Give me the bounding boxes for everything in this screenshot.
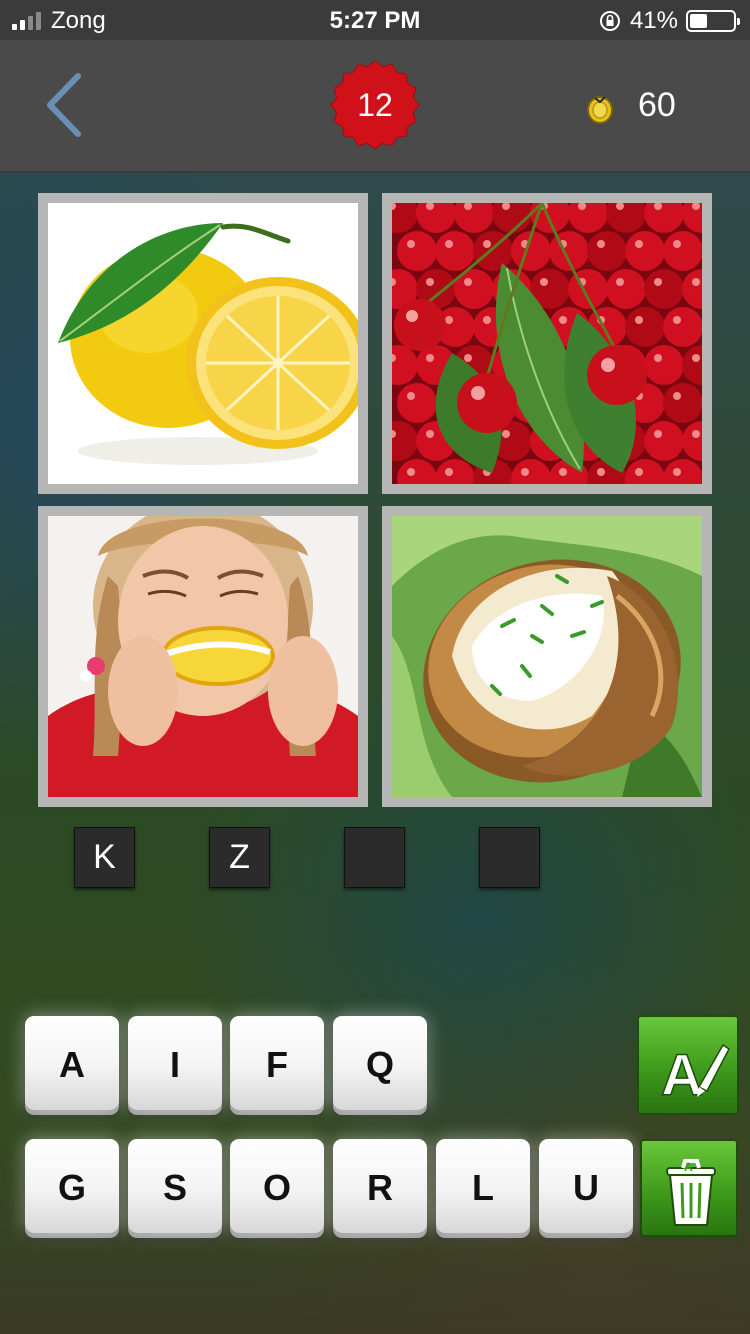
letter-tile[interactable]: F [230, 1016, 324, 1110]
status-right: 41% [598, 7, 740, 35]
picture-4[interactable] [382, 506, 712, 807]
letter-tile[interactable]: O [230, 1139, 324, 1233]
svg-text:A: A [684, 1160, 693, 1174]
answer-slot-3[interactable] [344, 827, 405, 888]
answer-slot-4[interactable] [479, 827, 540, 888]
letter-tile[interactable]: I [128, 1016, 222, 1110]
svg-text:A: A [661, 1043, 703, 1108]
level-badge: 12 [330, 60, 420, 150]
battery-icon [686, 10, 740, 32]
battery-percent: 41% [629, 7, 678, 34]
orientation-lock-icon [599, 11, 620, 31]
cherries-image [392, 203, 702, 484]
reveal-letter-button[interactable]: A [637, 1015, 739, 1115]
coin-count: 60 [638, 86, 676, 124]
letter-tile[interactable]: U [539, 1139, 633, 1233]
answer-slot-2[interactable]: Z [209, 827, 270, 888]
remove-letters-button[interactable]: A [640, 1139, 738, 1237]
trash-can-icon: A [666, 1159, 716, 1226]
back-button[interactable] [40, 70, 90, 140]
reveal-letter-icon: A [660, 1042, 730, 1109]
letter-tile[interactable]: Q [333, 1016, 427, 1110]
status-bar: Zong 5:27 PM 41% [0, 0, 750, 40]
letter-tile[interactable]: S [128, 1139, 222, 1233]
lemons-image [48, 203, 358, 484]
picture-1[interactable] [38, 193, 368, 494]
letter-tile[interactable]: G [25, 1139, 119, 1233]
picture-3[interactable] [38, 506, 368, 807]
letter-tile[interactable]: A [25, 1016, 119, 1110]
letter-tile[interactable]: L [436, 1139, 530, 1233]
girl-biting-lemon-image [48, 516, 358, 797]
picture-2[interactable] [382, 193, 712, 494]
game-header: 12 60 [0, 40, 750, 173]
baked-potato-image [392, 516, 702, 797]
level-number: 12 [357, 87, 393, 123]
chevron-left-icon [47, 73, 81, 137]
answer-slot-1[interactable]: K [74, 827, 135, 888]
letter-tile[interactable]: R [333, 1139, 427, 1233]
coin-icon [587, 96, 613, 124]
